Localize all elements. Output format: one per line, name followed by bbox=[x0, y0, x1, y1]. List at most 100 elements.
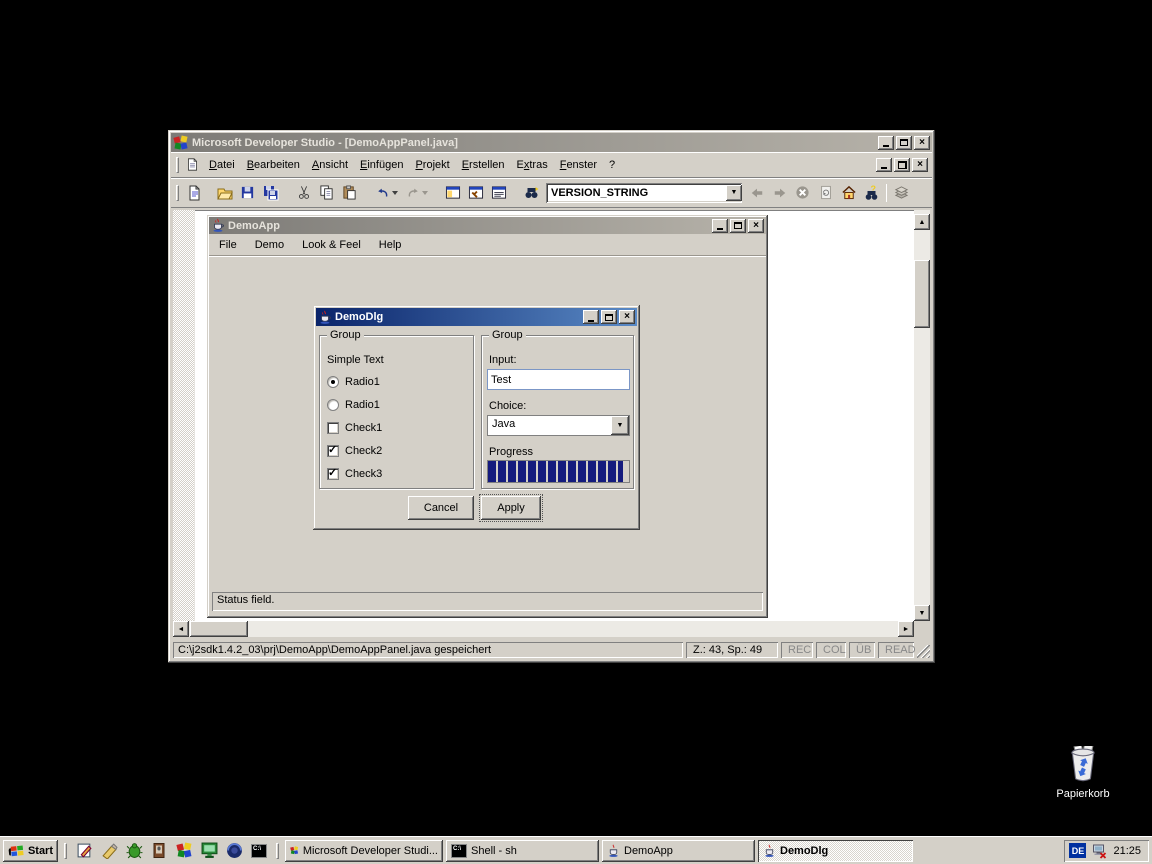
stop-icon[interactable] bbox=[791, 182, 814, 204]
minimize-button[interactable] bbox=[878, 136, 894, 150]
demoapp-titlebar[interactable]: DemoApp × bbox=[209, 217, 766, 234]
msdn-books-icon[interactable] bbox=[890, 182, 913, 204]
progress-fill bbox=[488, 461, 623, 482]
version-combo[interactable]: VERSION_STRING ▼ bbox=[546, 183, 742, 203]
find-in-files-icon[interactable] bbox=[520, 182, 543, 204]
offline-status-icon[interactable] bbox=[1091, 843, 1108, 859]
quicklaunch-devstudio-icon[interactable] bbox=[173, 840, 195, 862]
menu-help[interactable]: ? bbox=[603, 156, 621, 174]
menu-bearbeiten[interactable]: Bearbeiten bbox=[241, 156, 306, 174]
quicklaunch-globe-icon[interactable] bbox=[223, 840, 245, 862]
checkbox-icon[interactable]: ✓ bbox=[327, 468, 339, 480]
devstudio-titlebar[interactable]: Microsoft Developer Studio - [DemoAppPan… bbox=[171, 133, 932, 152]
refresh-icon[interactable] bbox=[814, 182, 837, 204]
menu-look-and-feel[interactable]: Look & Feel bbox=[296, 236, 367, 254]
resize-grip[interactable] bbox=[917, 645, 930, 658]
close-button[interactable]: × bbox=[748, 219, 764, 233]
open-file-icon[interactable] bbox=[213, 182, 236, 204]
mdi-document-icon[interactable] bbox=[186, 157, 199, 172]
taskbar-button-demoapp[interactable]: DemoApp bbox=[602, 840, 755, 862]
input-field[interactable] bbox=[487, 369, 630, 390]
selection-margin[interactable] bbox=[173, 210, 195, 621]
checkbox-icon[interactable]: ✓ bbox=[327, 422, 339, 434]
choice-combo[interactable]: Java ▼ bbox=[487, 415, 630, 436]
menu-extras[interactable]: Extras bbox=[511, 156, 554, 174]
combo-dropdown-icon[interactable]: ▼ bbox=[611, 416, 629, 435]
radio-icon[interactable] bbox=[327, 399, 339, 411]
indicator-rec: REC bbox=[781, 642, 813, 658]
quicklaunch-book-icon[interactable] bbox=[148, 840, 170, 862]
save-icon[interactable] bbox=[236, 182, 259, 204]
check1-option[interactable]: ✓ Check1 bbox=[327, 422, 382, 434]
taskbar-button-shell[interactable]: C:\ Shell - sh bbox=[446, 840, 599, 862]
mdi-restore-button[interactable] bbox=[894, 158, 910, 172]
paste-icon[interactable] bbox=[338, 182, 361, 204]
radio2-option[interactable]: Radio1 bbox=[327, 399, 380, 411]
search-icon[interactable]: ? bbox=[860, 182, 883, 204]
recycle-bin-desktop-icon[interactable]: Papierkorb bbox=[1038, 746, 1128, 800]
check3-option[interactable]: ✓ Check3 bbox=[327, 468, 382, 480]
home-icon[interactable] bbox=[837, 182, 860, 204]
output-window-icon[interactable] bbox=[487, 182, 510, 204]
close-button[interactable]: × bbox=[914, 136, 930, 150]
radio1-option[interactable]: Radio1 bbox=[327, 376, 380, 388]
vscroll-thumb[interactable] bbox=[914, 260, 930, 328]
close-button[interactable]: × bbox=[619, 310, 635, 324]
band-gripper[interactable] bbox=[176, 157, 179, 173]
taskbar-button-demodlg[interactable]: DemoDlg bbox=[758, 840, 913, 862]
scroll-right-icon[interactable]: ► bbox=[898, 621, 914, 637]
dialog-title: DemoDlg bbox=[335, 311, 580, 323]
checkbox-label: Check3 bbox=[345, 468, 382, 480]
demodlg-window: DemoDlg × Group Simple Text Radio1 Radio… bbox=[313, 305, 640, 530]
demodlg-titlebar[interactable]: DemoDlg × bbox=[316, 308, 637, 326]
apply-button[interactable]: Apply bbox=[481, 496, 541, 520]
vertical-scrollbar[interactable]: ▲ ▼ bbox=[914, 210, 930, 621]
scroll-up-icon[interactable]: ▲ bbox=[914, 214, 930, 230]
hscroll-thumb[interactable] bbox=[190, 621, 248, 637]
menu-fenster[interactable]: Fenster bbox=[554, 156, 603, 174]
undo-icon[interactable] bbox=[371, 182, 401, 204]
band-gripper[interactable] bbox=[176, 185, 179, 201]
cancel-button[interactable]: Cancel bbox=[408, 496, 474, 520]
quicklaunch-brush-icon[interactable] bbox=[98, 840, 120, 862]
build-window-icon[interactable] bbox=[464, 182, 487, 204]
back-icon[interactable] bbox=[745, 182, 768, 204]
menu-help[interactable]: Help bbox=[373, 236, 408, 254]
save-all-icon[interactable] bbox=[259, 182, 282, 204]
quicklaunch-notes-icon[interactable] bbox=[73, 840, 95, 862]
menu-projekt[interactable]: Projekt bbox=[409, 156, 455, 174]
scroll-down-icon[interactable]: ▼ bbox=[914, 605, 930, 621]
combo-dropdown-icon[interactable]: ▼ bbox=[726, 185, 742, 201]
forward-icon[interactable] bbox=[768, 182, 791, 204]
horizontal-scrollbar[interactable]: ◄ ► bbox=[173, 621, 914, 637]
radio-icon[interactable] bbox=[327, 376, 339, 388]
keyboard-layout-indicator[interactable]: DE bbox=[1069, 843, 1086, 858]
scroll-left-icon[interactable]: ◄ bbox=[173, 621, 189, 637]
maximize-button[interactable] bbox=[730, 219, 746, 233]
mdi-close-button[interactable]: × bbox=[912, 158, 928, 172]
quicklaunch-cmd-icon[interactable]: C:\ bbox=[248, 840, 270, 862]
menu-ansicht[interactable]: Ansicht bbox=[306, 156, 354, 174]
menu-file[interactable]: File bbox=[213, 236, 243, 254]
quicklaunch-terminal-icon[interactable] bbox=[198, 840, 220, 862]
new-file-icon[interactable] bbox=[182, 182, 205, 204]
taskbar-button-devstudio[interactable]: Microsoft Developer Studi... bbox=[285, 840, 443, 862]
quicklaunch-bug-icon[interactable] bbox=[123, 840, 145, 862]
start-button[interactable]: Start bbox=[3, 840, 58, 862]
maximize-button[interactable] bbox=[896, 136, 912, 150]
redo-icon[interactable] bbox=[401, 182, 431, 204]
check2-option[interactable]: ✓ Check2 bbox=[327, 445, 382, 457]
maximize-button[interactable] bbox=[601, 310, 617, 324]
minimize-button[interactable] bbox=[712, 219, 728, 233]
devstudio-logo-icon bbox=[290, 843, 299, 858]
cut-icon[interactable] bbox=[292, 182, 315, 204]
menu-demo[interactable]: Demo bbox=[249, 236, 290, 254]
workspace-window-icon[interactable] bbox=[441, 182, 464, 204]
checkbox-icon[interactable]: ✓ bbox=[327, 445, 339, 457]
menu-einfuegen[interactable]: Einfügen bbox=[354, 156, 409, 174]
menu-erstellen[interactable]: Erstellen bbox=[456, 156, 511, 174]
minimize-button[interactable] bbox=[583, 310, 599, 324]
mdi-minimize-button[interactable] bbox=[876, 158, 892, 172]
menu-datei[interactable]: Datei bbox=[203, 156, 241, 174]
copy-icon[interactable] bbox=[315, 182, 338, 204]
